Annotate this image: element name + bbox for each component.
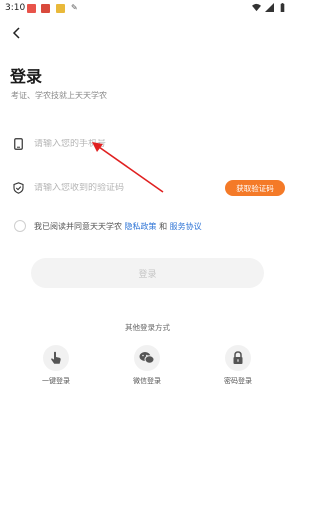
annotation-arrow bbox=[92, 142, 164, 193]
